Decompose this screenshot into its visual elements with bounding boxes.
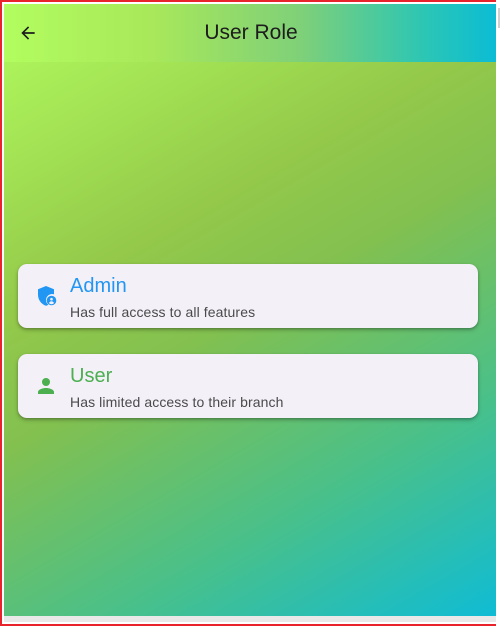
role-title-admin: Admin [70,275,127,297]
role-subtitle-user: Has limited access to their branch [70,394,284,410]
page-title: User Role [204,21,298,44]
role-title-user: User [70,365,113,387]
person-icon [38,378,54,394]
screen: User Role Admin Has full access to all f… [4,4,498,620]
arrow-back-icon [21,26,35,40]
role-subtitle-admin: Has full access to all features [70,304,256,320]
bottom-edge [4,616,498,622]
app-bar: User Role [4,4,498,62]
role-card-admin[interactable]: Admin Has full access to all features [18,264,478,328]
admin-shield-icon [38,286,57,306]
role-card-user[interactable]: User Has limited access to their branch [18,354,478,418]
back-button[interactable] [12,17,44,49]
app-window: User Role Admin Has full access to all f… [0,0,500,626]
scrollbar[interactable] [496,0,500,626]
